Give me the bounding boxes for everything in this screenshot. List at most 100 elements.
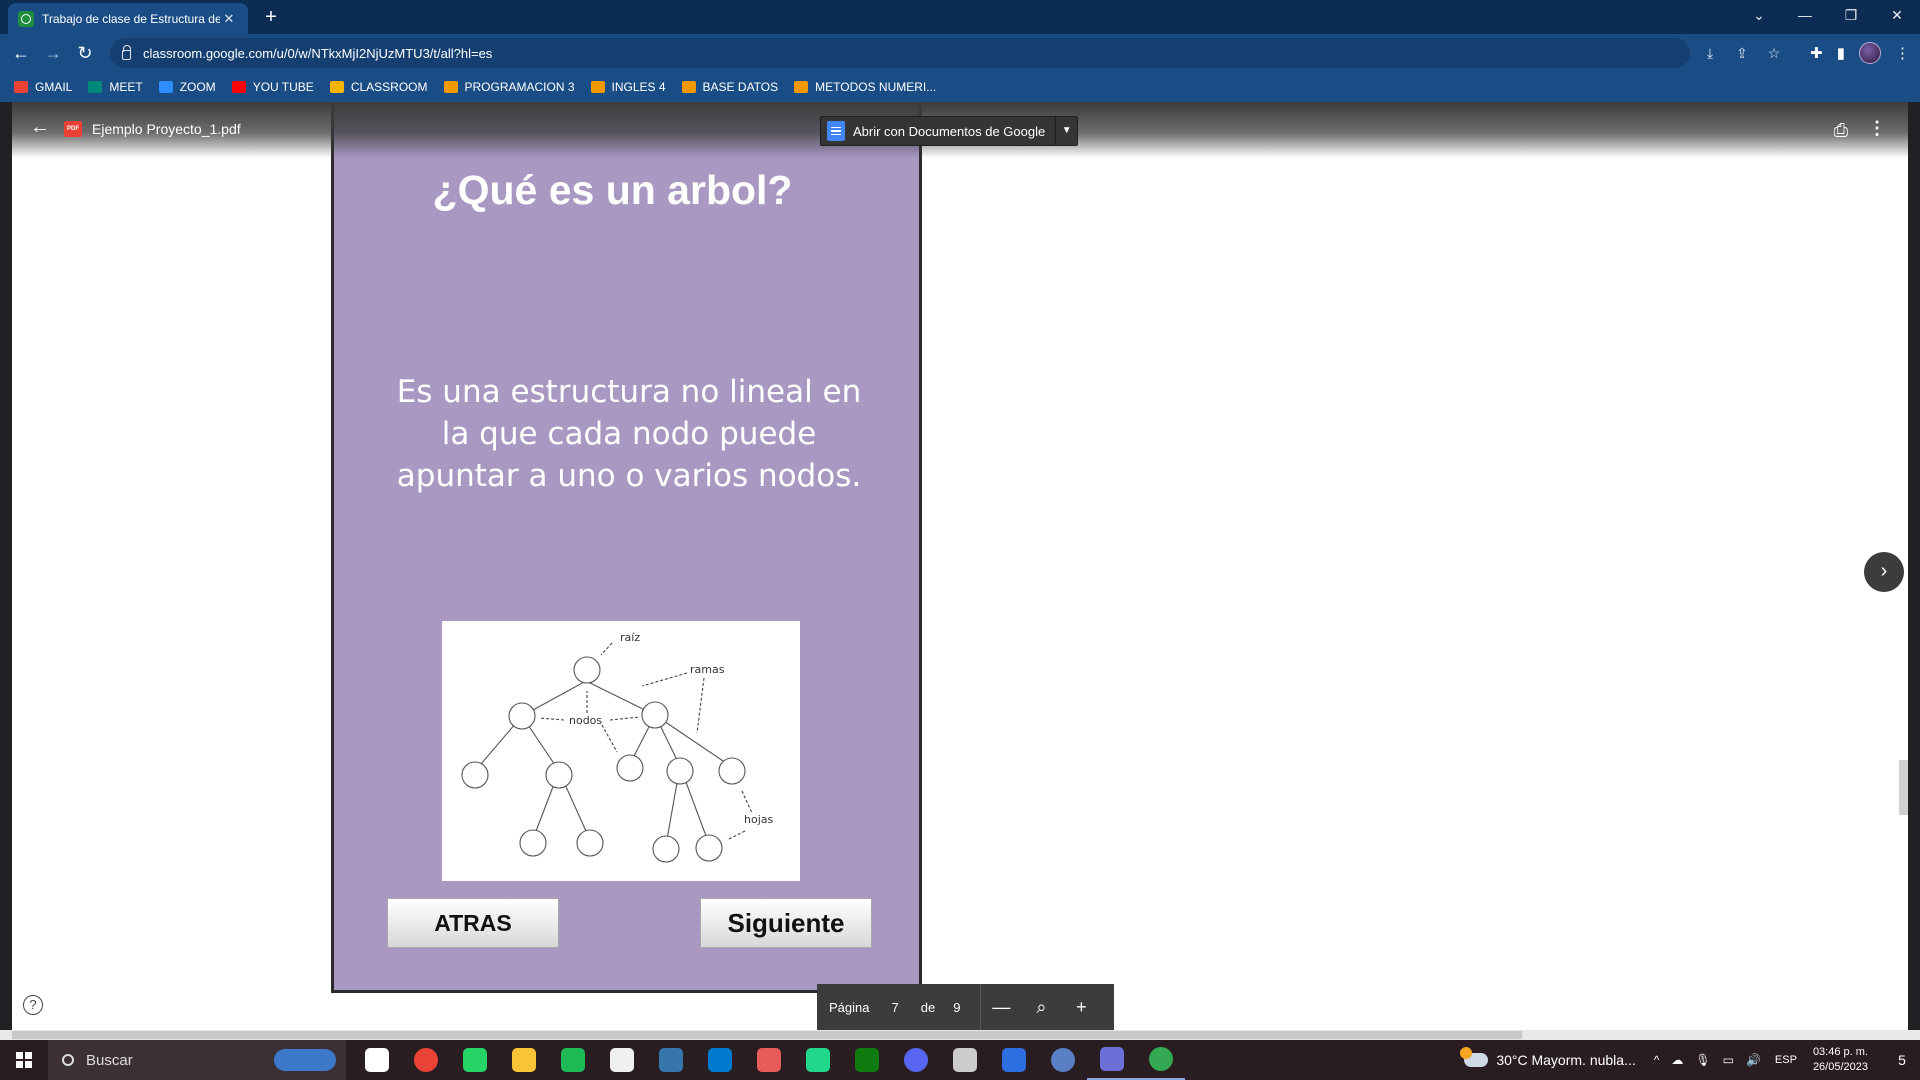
xbox-taskbar-button[interactable]: [842, 1040, 891, 1080]
horizontal-scrollbar[interactable]: [0, 1030, 1920, 1040]
search-icon: [62, 1054, 74, 1066]
weather-widget[interactable]: 30°C Mayorm. nubla...: [1460, 1047, 1636, 1068]
folder-icon: [443, 81, 458, 93]
zoom-in-icon[interactable]: +: [1061, 997, 1101, 1018]
install-app-icon[interactable]: ⤓: [1694, 45, 1726, 62]
python-taskbar-button[interactable]: [646, 1040, 695, 1080]
bookmark-item[interactable]: METODOS NUMERI...: [794, 80, 936, 94]
browser-toolbar: ← → ↻ classroom.google.com/u/0/w/NTkxMjI…: [0, 34, 1920, 72]
bookmark-item[interactable]: BASE DATOS: [681, 80, 779, 94]
pycharm-taskbar-button[interactable]: [793, 1040, 842, 1080]
vscode-taskbar-button[interactable]: [695, 1040, 744, 1080]
file-name: Ejemplo Proyecto_1.pdf: [92, 121, 241, 137]
bookmark-star-icon[interactable]: ☆: [1758, 45, 1790, 62]
bookmark-item[interactable]: YOU TUBE: [231, 80, 314, 94]
share-icon[interactable]: ⇪: [1726, 45, 1758, 62]
volume-icon[interactable]: 🔊: [1746, 1053, 1761, 1067]
open-with-google-docs-button[interactable]: Abrir con Documentos de Google ▼: [820, 116, 1079, 146]
restore-button[interactable]: ❐: [1828, 0, 1874, 30]
bookmark-item[interactable]: MEET: [88, 80, 143, 94]
bookmark-item[interactable]: GMAIL: [14, 80, 72, 94]
clock[interactable]: 03:46 p. m. 26/05/2023: [1813, 1045, 1868, 1075]
discord-icon: [903, 1048, 928, 1072]
total-pages: 9: [953, 999, 961, 1015]
task-view-icon: [364, 1048, 389, 1072]
new-tab-button[interactable]: +: [258, 4, 284, 30]
bookmark-item[interactable]: PROGRAMACION 3: [443, 80, 575, 94]
more-options-icon[interactable]: ⋮: [1868, 118, 1886, 139]
viewer-back-icon[interactable]: ←: [30, 116, 50, 139]
tab-strip: Trabajo de clase de Estructura de ✕ + ⌄ …: [0, 0, 1920, 34]
profile-avatar[interactable]: [1859, 42, 1881, 64]
editor-taskbar-button[interactable]: [1087, 1040, 1136, 1080]
inkscape-icon: [609, 1048, 634, 1072]
google-docs-icon: [827, 121, 845, 141]
close-window-button[interactable]: ✕: [1874, 0, 1920, 30]
taskbar-search[interactable]: Buscar: [48, 1040, 346, 1080]
vertical-scrollbar[interactable]: [1899, 760, 1908, 815]
bookmark-label: BASE DATOS: [702, 80, 779, 94]
bookmark-label: MEET: [109, 80, 143, 94]
onedrive-icon[interactable]: ☁: [1671, 1053, 1683, 1067]
file-explorer-taskbar-button[interactable]: [499, 1040, 548, 1080]
back-button[interactable]: ATRAS: [387, 898, 559, 948]
clock-date: 26/05/2023: [1812, 1061, 1868, 1073]
next-file-arrow-icon[interactable]: ›: [1864, 552, 1904, 592]
discord-taskbar-button[interactable]: [891, 1040, 940, 1080]
bookmark-label: METODOS NUMERI...: [815, 80, 937, 94]
whatsapp-icon: [462, 1048, 487, 1072]
bookmark-item[interactable]: CLASSROOM: [329, 80, 428, 94]
system-tray: 30°C Mayorm. nubla... ^ ☁ 🎙 ▭ 🔊 ESP 03:4…: [1460, 1040, 1920, 1080]
network-icon[interactable]: ▭: [1723, 1053, 1734, 1067]
jetbrains-taskbar-button[interactable]: [744, 1040, 793, 1080]
current-page-input[interactable]: 7: [891, 1000, 898, 1015]
minimize-button[interactable]: —: [1782, 0, 1828, 30]
viewer-header: ← PDF Ejemplo Proyecto_1.pdf Abrir con D…: [12, 102, 1908, 158]
page-controls: Página 7 de 9 — ⌕ +: [817, 984, 1114, 1030]
zoom-icon: [158, 81, 173, 93]
windows-taskbar: Buscar 30°C Mayorm. nubla... ^ ☁ 🎙 ▭ 🔊 E…: [0, 1040, 1920, 1080]
microphone-icon[interactable]: 🎙: [1695, 1053, 1710, 1067]
help-icon[interactable]: ?: [23, 995, 43, 1015]
tab-search-icon[interactable]: ⌄: [1736, 0, 1782, 30]
address-bar[interactable]: classroom.google.com/u/0/w/NTkxMjI2NjUzM…: [110, 38, 1690, 68]
start-button[interactable]: [0, 1040, 48, 1080]
spotify-icon: [560, 1048, 585, 1072]
open-with-dropdown-icon[interactable]: ▼: [1055, 117, 1077, 145]
zoom-icon[interactable]: ⌕: [1021, 997, 1061, 1018]
horizontal-scroll-thumb[interactable]: [12, 1031, 1522, 1039]
side-panel-icon[interactable]: ▮: [1837, 44, 1845, 62]
back-arrow-icon[interactable]: ←: [8, 40, 34, 66]
chrome-profile-taskbar-button[interactable]: [1136, 1040, 1185, 1080]
chrome-taskbar-button[interactable]: [401, 1040, 450, 1080]
bookmark-item[interactable]: ZOOM: [158, 80, 216, 94]
zoom-out-icon[interactable]: —: [981, 997, 1021, 1018]
bookmarks-bar: GMAIL MEET ZOOM YOU TUBE CLASSROOM PROGRAMACI…: [0, 72, 1920, 102]
task-view-taskbar-button[interactable]: [352, 1040, 401, 1080]
r-taskbar-button[interactable]: [1038, 1040, 1087, 1080]
input-language[interactable]: ESP: [1775, 1054, 1797, 1066]
reload-icon[interactable]: ↻: [72, 40, 98, 66]
teams-taskbar-button[interactable]: [940, 1040, 989, 1080]
folder-icon: [681, 81, 696, 93]
bookmark-label: GMAIL: [35, 80, 73, 94]
bookmark-item[interactable]: INGLES 4: [590, 80, 666, 94]
pdf-page: ¿Qué es un arbol? Es una estructura no l…: [331, 102, 922, 993]
extensions-icon[interactable]: ✚: [1810, 44, 1823, 62]
forward-arrow-icon[interactable]: →: [40, 40, 66, 66]
chrome-menu-icon[interactable]: ⋮: [1895, 44, 1910, 62]
diagram-label-branches: ramas: [690, 663, 725, 676]
next-button[interactable]: Siguiente: [700, 898, 872, 948]
print-icon[interactable]: ⎙: [1834, 120, 1848, 141]
app-taskbar-button[interactable]: [989, 1040, 1038, 1080]
tab-title: Trabajo de clase de Estructura de: [42, 11, 220, 26]
browser-tab[interactable]: Trabajo de clase de Estructura de ✕: [8, 3, 248, 34]
lock-icon: [122, 45, 131, 60]
whatsapp-taskbar-button[interactable]: [450, 1040, 499, 1080]
notifications-icon[interactable]: 5: [1884, 1052, 1920, 1068]
tab-close-icon[interactable]: ✕: [220, 11, 238, 27]
spotify-taskbar-button[interactable]: [548, 1040, 597, 1080]
show-hidden-icons-icon[interactable]: ^: [1654, 1053, 1660, 1067]
address-bar-actions: ⤓ ⇪ ☆: [1694, 34, 1790, 72]
inkscape-taskbar-button[interactable]: [597, 1040, 646, 1080]
